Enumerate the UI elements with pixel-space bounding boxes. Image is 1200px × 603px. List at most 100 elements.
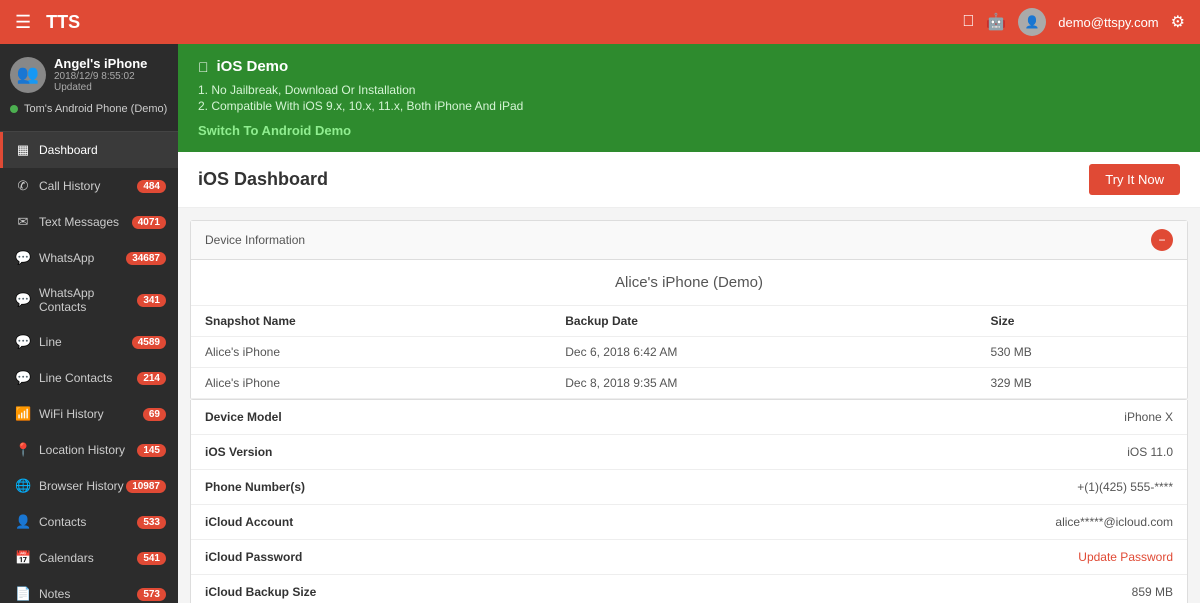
sidebar-item-dashboard[interactable]: ▦ Dashboard xyxy=(0,132,178,168)
user-email: demo@ttspy.com xyxy=(1058,15,1158,30)
sidebar-item-line-contacts[interactable]: 💬 Line Contacts 214 xyxy=(0,360,178,396)
device-name-header: Alice's iPhone (Demo) xyxy=(191,260,1187,306)
ios-banner-title-text: iOS Demo xyxy=(217,58,289,75)
snapshot-table: Snapshot Name Backup Date Size Alice's i… xyxy=(191,306,1187,399)
sidebar-item-notes[interactable]: 📄 Notes 573 xyxy=(0,576,178,603)
info-value: 859 MB xyxy=(1132,585,1173,599)
info-row: iCloud Account alice*****@icloud.com xyxy=(191,505,1187,540)
sidebar-label-dashboard: Dashboard xyxy=(39,143,98,157)
sms-icon: ✉ xyxy=(15,214,31,230)
notes-icon: 📄 xyxy=(15,586,31,602)
snapshot-date: Dec 8, 2018 9:35 AM xyxy=(551,368,976,399)
col-backup-date: Backup Date xyxy=(551,306,976,337)
info-label: iCloud Password xyxy=(205,550,302,564)
sidebar-label-calendars: Calendars xyxy=(39,551,94,565)
browser-icon: 🌐 xyxy=(15,478,31,494)
snapshot-header-row: Snapshot Name Backup Date Size xyxy=(191,306,1187,337)
info-row: Device Model iPhone X xyxy=(191,400,1187,435)
line-icon: 💬 xyxy=(15,334,31,350)
section-header: Device Information − xyxy=(191,221,1187,260)
sidebar-label-wifi-history: WiFi History xyxy=(39,407,104,421)
calendars-badge: 541 xyxy=(137,552,166,565)
apple-logo-icon:  xyxy=(198,59,209,75)
info-value: iOS 11.0 xyxy=(1127,445,1173,459)
info-row: iCloud Password Update Password xyxy=(191,540,1187,575)
section-collapse-button[interactable]: − xyxy=(1151,229,1173,251)
sidebar-label-location-history: Location History xyxy=(39,443,125,457)
online-device[interactable]: Tom's Android Phone (Demo) xyxy=(10,99,168,119)
calendar-icon: 📅 xyxy=(15,550,31,566)
info-label: iCloud Backup Size xyxy=(205,585,316,599)
sidebar-label-contacts: Contacts xyxy=(39,515,86,529)
sidebar-item-whatsapp[interactable]: 💬 WhatsApp 34687 xyxy=(0,240,178,276)
sidebar-label-browser-history: Browser History xyxy=(39,479,124,493)
col-size: Size xyxy=(976,306,1187,337)
main-content:  iOS Demo 1. No Jailbreak, Download Or … xyxy=(178,44,1200,603)
section-header-title: Device Information xyxy=(205,233,305,247)
sidebar-item-call-history[interactable]: ✆ Call History 484 xyxy=(0,168,178,204)
snapshot-date: Dec 6, 2018 6:42 AM xyxy=(551,337,976,368)
sidebar-label-whatsapp: WhatsApp xyxy=(39,251,94,265)
snapshot-size: 329 MB xyxy=(976,368,1187,399)
sidebar-item-whatsapp-contacts[interactable]: 💬 WhatsApp Contacts 341 xyxy=(0,276,178,324)
sidebar-item-wifi-history[interactable]: 📶 WiFi History 69 xyxy=(0,396,178,432)
sidebar-profile: 👥 Angel's iPhone 2018/12/9 8:55:02 Updat… xyxy=(0,44,178,132)
sidebar-label-line: Line xyxy=(39,335,62,349)
call-icon: ✆ xyxy=(15,178,31,194)
snapshot-name: Alice's iPhone xyxy=(191,368,551,399)
snapshot-row: Alice's iPhone Dec 8, 2018 9:35 AM 329 M… xyxy=(191,368,1187,399)
info-row: Phone Number(s) +(1)(425) 555-**** xyxy=(191,470,1187,505)
switch-to-android-link[interactable]: Switch To Android Demo xyxy=(198,123,1180,138)
sidebar-item-calendars[interactable]: 📅 Calendars 541 xyxy=(0,540,178,576)
info-row: iOS Version iOS 11.0 xyxy=(191,435,1187,470)
snapshot-size: 530 MB xyxy=(976,337,1187,368)
topnav-left: ☰ TTS xyxy=(15,12,80,33)
line-badge: 4589 xyxy=(132,336,166,349)
sidebar-item-location-history[interactable]: 📍 Location History 145 xyxy=(0,432,178,468)
call-history-badge: 484 xyxy=(137,180,166,193)
dashboard-icon: ▦ xyxy=(15,142,31,158)
profile-info: Angel's iPhone 2018/12/9 8:55:02 Updated xyxy=(54,56,168,93)
contacts-icon: 👤 xyxy=(15,514,31,530)
online-dot xyxy=(10,105,18,113)
sidebar-item-contacts[interactable]: 👤 Contacts 533 xyxy=(0,504,178,540)
hamburger-icon[interactable]: ☰ xyxy=(15,12,31,33)
col-snapshot-name: Snapshot Name xyxy=(191,306,551,337)
dashboard-header: iOS Dashboard Try It Now xyxy=(178,152,1200,208)
topnav-right:  🤖 👤 demo@ttspy.com ⚙ xyxy=(962,8,1185,36)
info-label: iCloud Account xyxy=(205,515,293,529)
info-label: Phone Number(s) xyxy=(205,480,305,494)
whatsapp-contacts-badge: 341 xyxy=(137,294,166,307)
topnav: ☰ TTS  🤖 👤 demo@ttspy.com ⚙ xyxy=(0,0,1200,44)
info-value: +(1)(425) 555-**** xyxy=(1077,480,1173,494)
settings-icon[interactable]: ⚙ xyxy=(1171,12,1185,32)
user-avatar: 👤 xyxy=(1018,8,1046,36)
profile-device-name: Angel's iPhone xyxy=(54,56,168,71)
sidebar-item-browser-history[interactable]: 🌐 Browser History 10987 xyxy=(0,468,178,504)
ios-banner:  iOS Demo 1. No Jailbreak, Download Or … xyxy=(178,44,1200,152)
info-value: iPhone X xyxy=(1124,410,1173,424)
ios-banner-title:  iOS Demo xyxy=(198,58,1180,75)
sidebar-label-whatsapp-contacts: WhatsApp Contacts xyxy=(39,286,137,314)
info-label: Device Model xyxy=(205,410,282,424)
line-contacts-badge: 214 xyxy=(137,372,166,385)
text-messages-badge: 4071 xyxy=(132,216,166,229)
info-value[interactable]: Update Password xyxy=(1078,550,1173,564)
sidebar-label-line-contacts: Line Contacts xyxy=(39,371,112,385)
dashboard-title: iOS Dashboard xyxy=(198,169,328,190)
profile-updated: 2018/12/9 8:55:02 Updated xyxy=(54,71,168,93)
browser-history-badge: 10987 xyxy=(126,480,166,493)
profile-device: 👥 Angel's iPhone 2018/12/9 8:55:02 Updat… xyxy=(10,56,168,93)
sidebar-label-call-history: Call History xyxy=(39,179,100,193)
snapshot-name: Alice's iPhone xyxy=(191,337,551,368)
notes-badge: 573 xyxy=(137,588,166,601)
sidebar-item-line[interactable]: 💬 Line 4589 xyxy=(0,324,178,360)
snapshot-table-head: Snapshot Name Backup Date Size xyxy=(191,306,1187,337)
ios-banner-line1: 1. No Jailbreak, Download Or Installatio… xyxy=(198,83,1180,97)
android-nav-icon: 🤖 xyxy=(986,12,1006,32)
location-history-badge: 145 xyxy=(137,444,166,457)
try-it-now-button[interactable]: Try It Now xyxy=(1089,164,1180,195)
wifi-icon: 📶 xyxy=(15,406,31,422)
whatsapp-icon: 💬 xyxy=(15,250,31,266)
sidebar-item-text-messages[interactable]: ✉ Text Messages 4071 xyxy=(0,204,178,240)
